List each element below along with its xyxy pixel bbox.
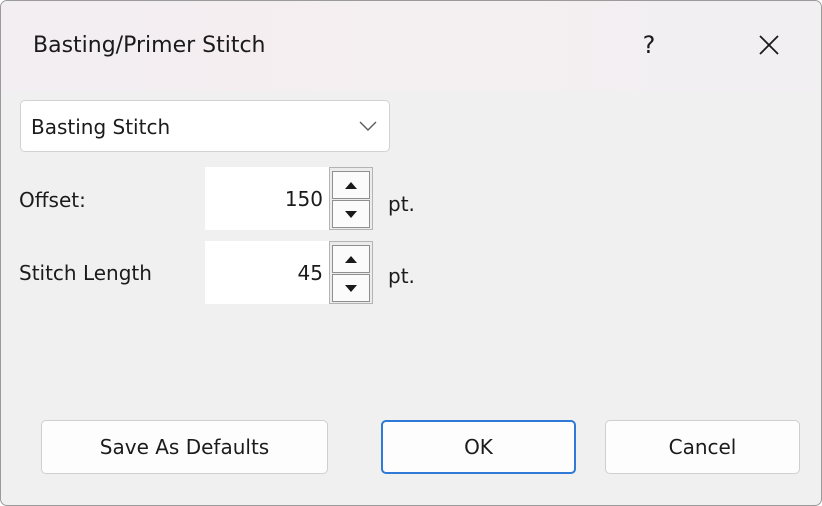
offset-decrement-button[interactable] [332, 200, 370, 228]
help-button[interactable]: ? [619, 23, 679, 67]
cancel-button[interactable]: Cancel [605, 420, 800, 474]
stitch-type-value: Basting Stitch [31, 115, 171, 139]
offset-unit: pt. [388, 192, 415, 216]
save-as-defaults-button[interactable]: Save As Defaults [41, 420, 328, 474]
arrow-up-icon [345, 181, 357, 189]
close-icon [759, 35, 779, 55]
stitch-length-unit: pt. [388, 264, 415, 288]
offset-input[interactable] [205, 167, 329, 230]
offset-increment-button[interactable] [332, 171, 370, 199]
chevron-down-icon [359, 121, 377, 131]
stitch-length-decrement-button[interactable] [332, 274, 370, 302]
stitch-length-spinner [329, 241, 373, 304]
arrow-up-icon [345, 255, 357, 263]
dialog-title: Basting/Primer Stitch [33, 33, 266, 58]
offset-label: Offset: [19, 188, 86, 212]
close-button[interactable] [739, 23, 799, 67]
arrow-down-icon [345, 284, 357, 292]
stitch-length-input[interactable] [205, 241, 329, 304]
offset-spinner [329, 167, 373, 230]
title-bar: Basting/Primer Stitch ? [1, 1, 821, 91]
stitch-type-dropdown[interactable]: Basting Stitch [20, 100, 390, 152]
arrow-down-icon [345, 210, 357, 218]
dialog-window: Basting/Primer Stitch ? Basting Stitch O… [0, 0, 822, 506]
stitch-length-label: Stitch Length [19, 261, 152, 285]
ok-button[interactable]: OK [381, 420, 576, 474]
stitch-length-increment-button[interactable] [332, 245, 370, 273]
